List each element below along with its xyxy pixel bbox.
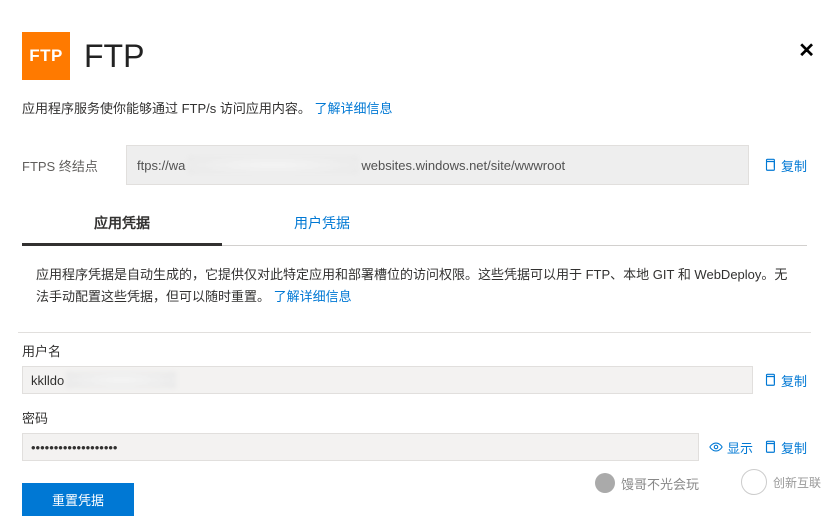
credential-description: 应用程序凭据是自动生成的，它提供仅对此特定应用和部署槽位的访问权限。这些凭据可以… — [22, 264, 807, 308]
credential-description-text: 应用程序凭据是自动生成的，它提供仅对此特定应用和部署槽位的访问权限。这些凭据可以… — [36, 267, 787, 304]
eye-icon — [709, 440, 723, 454]
password-masked: ••••••••••••••••••• — [31, 440, 117, 455]
reset-credentials-button[interactable]: 重置凭据 — [22, 483, 134, 516]
brand-logo-icon — [741, 469, 767, 495]
copy-label: 复制 — [781, 438, 807, 457]
copy-password-button[interactable]: 复制 — [763, 438, 807, 457]
brand-watermark: 创新互联 — [741, 469, 821, 495]
page-title: FTP — [84, 38, 144, 75]
ftps-endpoint-field[interactable]: ftps://wa websites.windows.net/site/wwwr… — [126, 145, 749, 185]
copy-username-button[interactable]: 复制 — [763, 371, 807, 390]
ftps-endpoint-label: FTPS 终结点 — [22, 156, 112, 175]
password-label: 密码 — [22, 408, 807, 427]
close-icon[interactable]: ✕ — [798, 38, 815, 63]
ftp-logo-icon: FTP — [22, 32, 70, 80]
intro-body: 应用程序服务使你能够通过 FTP/s 访问应用内容。 — [22, 101, 311, 116]
brand-text: 创新互联 — [773, 474, 821, 491]
credential-tabs: 应用凭据 用户凭据 — [22, 205, 807, 246]
copy-ftps-button[interactable]: 复制 — [763, 156, 807, 175]
redacted-segment — [66, 372, 176, 388]
separator — [18, 332, 811, 333]
learn-more-link[interactable]: 了解详细信息 — [315, 101, 393, 116]
username-field[interactable]: kklldo — [22, 366, 753, 394]
wechat-icon — [595, 473, 615, 493]
copy-label: 复制 — [781, 371, 807, 390]
wechat-text: 馒哥不光会玩 — [621, 474, 699, 493]
intro-text: 应用程序服务使你能够通过 FTP/s 访问应用内容。 了解详细信息 — [22, 98, 807, 117]
tab-user-credentials[interactable]: 用户凭据 — [222, 205, 422, 245]
copy-icon — [763, 440, 777, 454]
copy-label: 复制 — [781, 156, 807, 175]
password-field[interactable]: ••••••••••••••••••• — [22, 433, 699, 461]
show-password-button[interactable]: 显示 — [709, 438, 753, 457]
username-value-prefix: kklldo — [31, 373, 64, 388]
tab-app-credentials[interactable]: 应用凭据 — [22, 205, 222, 246]
page-header: FTP FTP — [22, 32, 807, 80]
copy-icon — [763, 158, 777, 172]
show-label: 显示 — [727, 438, 753, 457]
ftps-value-suffix: websites.windows.net/site/wwwroot — [361, 158, 565, 173]
copy-icon — [763, 373, 777, 387]
wechat-caption: 馒哥不光会玩 — [595, 473, 699, 493]
ftps-value-prefix: ftps://wa — [137, 158, 185, 173]
username-label: 用户名 — [22, 341, 807, 360]
learn-more-credentials-link[interactable]: 了解详细信息 — [274, 289, 352, 304]
redacted-segment — [188, 157, 358, 173]
